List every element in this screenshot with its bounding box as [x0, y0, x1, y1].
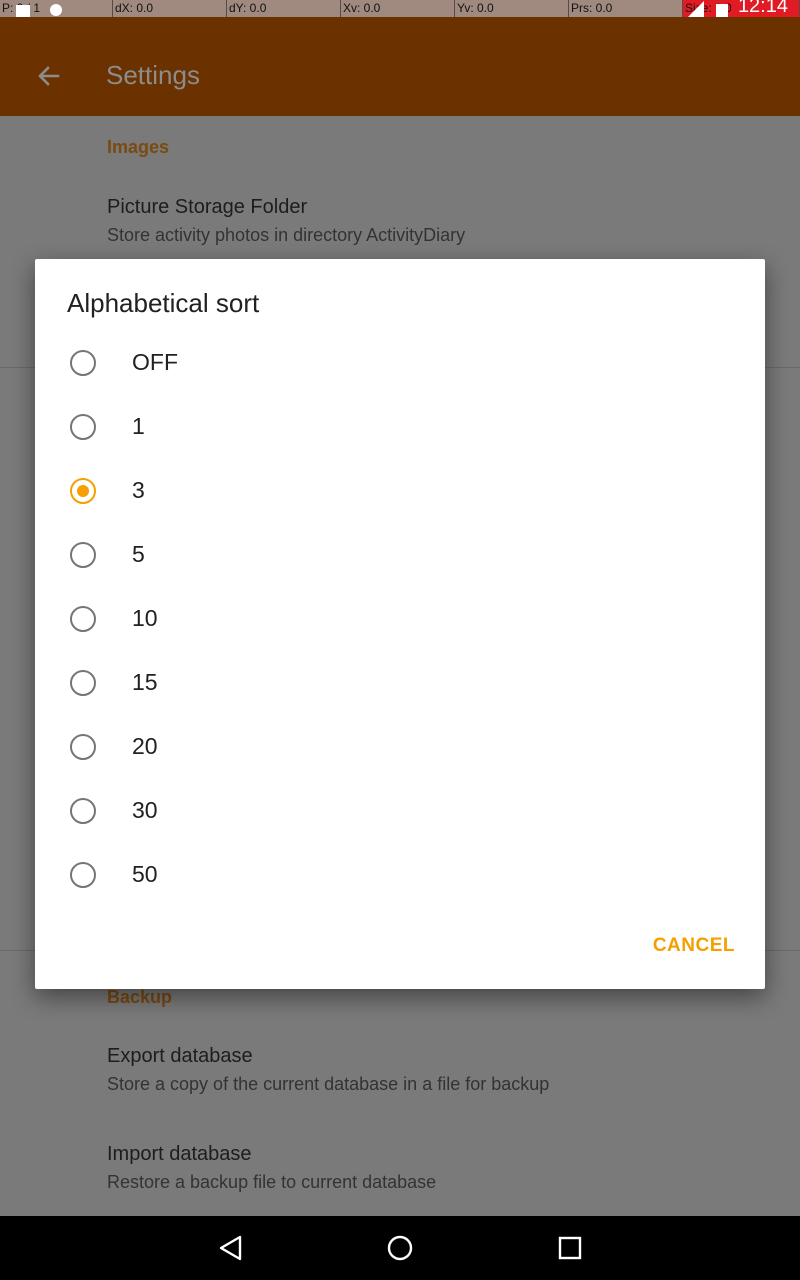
option-label: 3: [132, 477, 145, 503]
option-label: 30: [132, 797, 158, 823]
radio-button[interactable]: [70, 414, 96, 440]
pref-picture-storage-summary: Store activity photos in directory Activ…: [107, 225, 466, 245]
clock: 12:14: [737, 0, 788, 17]
option-label: 20: [132, 733, 158, 759]
status-dx: dX: 0.0: [113, 0, 227, 17]
status-bar: P: 0 / 1 dX: 0.0 dY: 0.0 Xv: 0.0 Yv: 0.0…: [0, 0, 800, 17]
notification-icons: [16, 4, 62, 17]
radio-button[interactable]: [70, 798, 96, 824]
section-header-backup: Backup: [107, 987, 173, 1007]
system-nav-bar: [0, 1216, 800, 1280]
radio-button[interactable]: [70, 606, 96, 632]
cancel-button[interactable]: CANCEL: [653, 935, 735, 957]
option-label: 5: [132, 541, 145, 567]
app-bar: Settings: [0, 17, 800, 116]
radio-option-3[interactable]: 3: [35, 459, 765, 523]
radio-button-selected[interactable]: [70, 478, 96, 504]
radio-option-5[interactable]: 5: [35, 523, 765, 587]
alphabetical-sort-dialog: Alphabetical sort OFF 1 3 5 10 15 20 30 …: [35, 259, 765, 989]
pref-export-title[interactable]: Export database: [107, 1045, 253, 1068]
radio-button[interactable]: [70, 542, 96, 568]
radio-option-off[interactable]: OFF: [35, 331, 765, 395]
radio-option-30[interactable]: 30: [35, 779, 765, 843]
option-label: 1: [132, 413, 145, 439]
option-label: 15: [132, 669, 158, 695]
radio-option-20[interactable]: 20: [35, 715, 765, 779]
home-circle-icon[interactable]: [382, 1230, 418, 1266]
status-prs: Prs: 0.0: [569, 0, 683, 17]
pref-import-title[interactable]: Import database: [107, 1143, 252, 1166]
pref-picture-storage-title[interactable]: Picture Storage Folder: [107, 196, 307, 219]
page-title: Settings: [106, 60, 200, 90]
radio-button[interactable]: [70, 670, 96, 696]
status-dy: dY: 0.0: [227, 0, 341, 17]
radio-option-1[interactable]: 1: [35, 395, 765, 459]
option-label: 50: [132, 861, 158, 887]
signal-icon: [688, 1, 728, 17]
status-yv: Yv: 0.0: [455, 0, 569, 17]
arrow-back-icon[interactable]: [28, 57, 68, 97]
pref-import-summary: Restore a backup file to current databas…: [107, 1172, 437, 1192]
pref-export-summary: Store a copy of the current database in …: [107, 1074, 550, 1094]
radio-option-50[interactable]: 50: [35, 843, 765, 907]
option-label: 10: [132, 605, 158, 631]
radio-option-10[interactable]: 10: [35, 587, 765, 651]
status-xv: Xv: 0.0: [341, 0, 455, 17]
radio-button[interactable]: [70, 862, 96, 888]
radio-button[interactable]: [70, 350, 96, 376]
radio-option-15[interactable]: 15: [35, 651, 765, 715]
dialog-title: Alphabetical sort: [67, 288, 260, 318]
section-header-images: Images: [107, 137, 170, 157]
option-label: OFF: [132, 349, 178, 375]
back-triangle-icon[interactable]: [212, 1230, 248, 1266]
recents-square-icon[interactable]: [552, 1230, 588, 1266]
radio-button[interactable]: [70, 734, 96, 760]
